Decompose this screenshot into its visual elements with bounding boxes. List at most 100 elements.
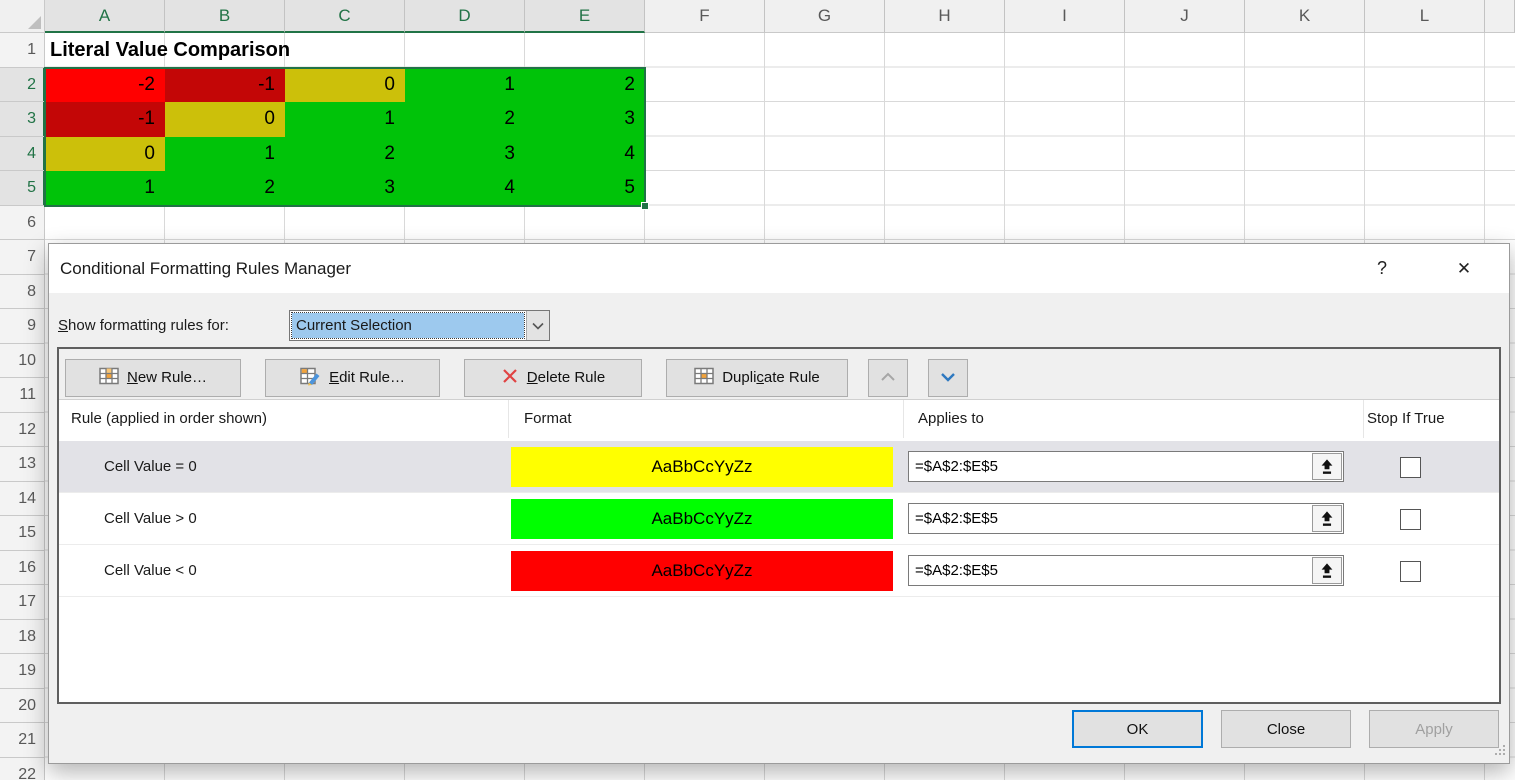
cell-a4[interactable]: 0: [45, 137, 165, 172]
help-button[interactable]: ?: [1367, 244, 1397, 293]
row-header-16[interactable]: 16: [0, 551, 45, 586]
close-icon[interactable]: ✕: [1449, 244, 1479, 293]
move-rule-up-button[interactable]: [868, 359, 908, 397]
cell-d2[interactable]: 1: [405, 68, 525, 103]
column-header-h[interactable]: H: [885, 0, 1005, 33]
duplicate-rule-button[interactable]: Duplicate Rule: [666, 359, 848, 397]
row-header-17[interactable]: 17: [0, 585, 45, 620]
dialog-footer: OK Close Apply: [1072, 710, 1499, 748]
column-header-c[interactable]: C: [285, 0, 405, 33]
rule-row-3[interactable]: Cell Value < 0 AaBbCcYyZz: [59, 545, 1499, 597]
edit-rule-button[interactable]: Edit Rule…: [265, 359, 440, 397]
edit-rule-label: Edit Rule…: [329, 369, 405, 386]
cell-d5[interactable]: 4: [405, 171, 525, 206]
rule-description: Cell Value > 0: [59, 493, 508, 544]
column-header-e[interactable]: E: [525, 0, 645, 33]
cell-e4[interactable]: 4: [525, 137, 645, 172]
row-header-22[interactable]: 22: [0, 758, 45, 780]
chevron-up-icon: [880, 369, 896, 386]
stop-if-true-checkbox[interactable]: [1400, 457, 1421, 478]
column-header-g[interactable]: G: [765, 0, 885, 33]
column-header-j[interactable]: J: [1125, 0, 1245, 33]
cell-b4[interactable]: 1: [165, 137, 285, 172]
ok-button[interactable]: OK: [1072, 710, 1203, 748]
cell-e3[interactable]: 3: [525, 102, 645, 137]
format-preview: AaBbCcYyZz: [511, 447, 893, 487]
column-header-a[interactable]: A: [45, 0, 165, 33]
row-header-1[interactable]: 1: [0, 33, 45, 68]
column-header-k[interactable]: K: [1245, 0, 1365, 33]
format-preview: AaBbCcYyZz: [511, 499, 893, 539]
show-rules-label: Show formatting rules for:: [58, 310, 229, 341]
range-picker-icon[interactable]: [1312, 453, 1342, 480]
range-picker-icon[interactable]: [1312, 505, 1342, 532]
applies-to-input[interactable]: [909, 556, 1343, 585]
rules-toolbar: New Rule… Edit Rule… Delete Rule Duplica…: [59, 349, 1499, 399]
cell-a3[interactable]: -1: [45, 102, 165, 137]
show-rules-dropdown[interactable]: Current Selection: [289, 310, 550, 341]
cell-a1-title[interactable]: Literal Value Comparison: [50, 33, 290, 68]
stop-if-true-checkbox[interactable]: [1400, 509, 1421, 530]
row-header-2[interactable]: 2: [0, 68, 45, 103]
dropdown-text: Current Selection: [290, 311, 526, 340]
cell-e5[interactable]: 5: [525, 171, 645, 206]
column-header-d[interactable]: D: [405, 0, 525, 33]
cell-b3[interactable]: 0: [165, 102, 285, 137]
cell-a2[interactable]: -2: [45, 68, 165, 103]
row-header-14[interactable]: 14: [0, 482, 45, 517]
column-header-partial[interactable]: [1485, 0, 1515, 33]
cell-c2[interactable]: 0: [285, 68, 405, 103]
rule-row-1[interactable]: Cell Value = 0 AaBbCcYyZz: [59, 441, 1499, 493]
row-header-12[interactable]: 12: [0, 413, 45, 448]
row-header-9[interactable]: 9: [0, 309, 45, 344]
row-header-20[interactable]: 20: [0, 689, 45, 724]
cell-c3[interactable]: 1: [285, 102, 405, 137]
cell-a5[interactable]: 1: [45, 171, 165, 206]
format-preview: AaBbCcYyZz: [511, 551, 893, 591]
row-header-15[interactable]: 15: [0, 516, 45, 551]
row-header-13[interactable]: 13: [0, 447, 45, 482]
cell-b5[interactable]: 2: [165, 171, 285, 206]
cell-e2[interactable]: 2: [525, 68, 645, 103]
dialog-titlebar[interactable]: Conditional Formatting Rules Manager ? ✕: [49, 244, 1509, 293]
range-picker-icon[interactable]: [1312, 557, 1342, 584]
row-header-19[interactable]: 19: [0, 654, 45, 689]
resize-grip[interactable]: [1494, 743, 1506, 760]
rules-list-header: Rule (applied in order shown) Format App…: [59, 400, 1499, 441]
chevron-down-icon: [940, 369, 956, 386]
header-stop-if-true: Stop If True: [1363, 400, 1499, 438]
applies-to-input[interactable]: [909, 452, 1343, 481]
row-header-6[interactable]: 6: [0, 206, 45, 241]
row-header-18[interactable]: 18: [0, 620, 45, 655]
cell-d3[interactable]: 2: [405, 102, 525, 137]
column-header-b[interactable]: B: [165, 0, 285, 33]
fill-handle[interactable]: [641, 202, 649, 210]
delete-rule-label: Delete Rule: [527, 369, 605, 386]
applies-to-input[interactable]: [909, 504, 1343, 533]
cell-b2[interactable]: -1: [165, 68, 285, 103]
new-rule-button[interactable]: New Rule…: [65, 359, 241, 397]
row-header-21[interactable]: 21: [0, 723, 45, 758]
select-all-corner[interactable]: [0, 0, 45, 33]
row-header-11[interactable]: 11: [0, 378, 45, 413]
row-header-7[interactable]: 7: [0, 240, 45, 275]
row-header-8[interactable]: 8: [0, 275, 45, 310]
row-header-10[interactable]: 10: [0, 344, 45, 379]
close-button[interactable]: Close: [1221, 710, 1351, 748]
cell-d4[interactable]: 3: [405, 137, 525, 172]
column-header-i[interactable]: I: [1005, 0, 1125, 33]
move-rule-down-button[interactable]: [928, 359, 968, 397]
row-header-3[interactable]: 3: [0, 102, 45, 137]
cell-c4[interactable]: 2: [285, 137, 405, 172]
chevron-down-icon[interactable]: [526, 311, 549, 340]
cell-c5[interactable]: 3: [285, 171, 405, 206]
column-header-f[interactable]: F: [645, 0, 765, 33]
applies-to-field: [908, 503, 1344, 534]
column-header-l[interactable]: L: [1365, 0, 1485, 33]
row-header-5[interactable]: 5: [0, 171, 45, 206]
row-header-4[interactable]: 4: [0, 137, 45, 172]
stop-if-true-checkbox[interactable]: [1400, 561, 1421, 582]
apply-button[interactable]: Apply: [1369, 710, 1499, 748]
delete-rule-button[interactable]: Delete Rule: [464, 359, 642, 397]
rule-row-2[interactable]: Cell Value > 0 AaBbCcYyZz: [59, 493, 1499, 545]
